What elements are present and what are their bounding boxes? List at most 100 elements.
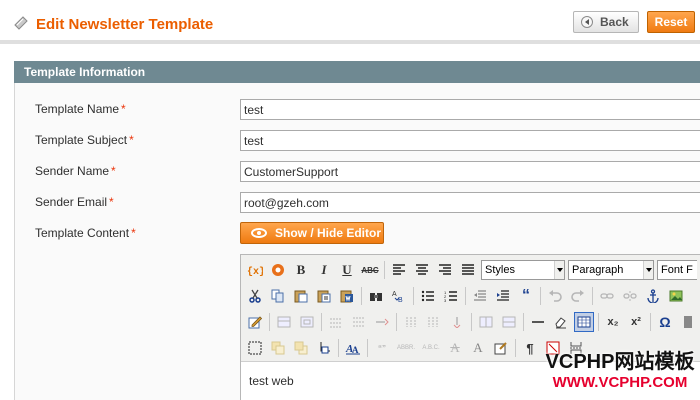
back-arrow-icon bbox=[581, 16, 593, 28]
required-marker: * bbox=[129, 133, 134, 147]
bullet-list-icon[interactable] bbox=[418, 286, 438, 306]
insert-row-after-icon[interactable] bbox=[349, 312, 369, 332]
toolbar-separator bbox=[471, 313, 472, 331]
paste-icon[interactable] bbox=[291, 286, 311, 306]
special-char-button[interactable]: Ω bbox=[655, 312, 675, 332]
format-select-value: Paragraph bbox=[572, 264, 624, 276]
underline-button[interactable]: U bbox=[337, 260, 357, 280]
table-row-props-icon[interactable] bbox=[274, 312, 294, 332]
delete-row-icon[interactable] bbox=[372, 312, 392, 332]
styles-select-value: Styles bbox=[485, 264, 515, 276]
toolbar-separator bbox=[523, 313, 524, 331]
insert-col-after-icon[interactable] bbox=[424, 312, 444, 332]
align-left-icon[interactable] bbox=[389, 260, 409, 280]
italic-button[interactable]: I bbox=[314, 260, 334, 280]
template-name-input[interactable] bbox=[240, 99, 700, 120]
link-icon[interactable] bbox=[597, 286, 617, 306]
superscript-button[interactable]: x² bbox=[626, 312, 646, 332]
replace-icon[interactable]: AB bbox=[389, 286, 409, 306]
horizontal-rule-icon[interactable] bbox=[528, 312, 548, 332]
insert-layer-icon[interactable] bbox=[245, 338, 265, 358]
watermark-title: VCPHP网站模板 bbox=[545, 351, 695, 373]
outdent-icon[interactable] bbox=[470, 286, 490, 306]
template-content-label: Template Content * bbox=[35, 226, 136, 240]
style-props-icon[interactable]: AA bbox=[343, 338, 363, 358]
visual-aid-icon[interactable] bbox=[574, 312, 594, 332]
unlink-icon[interactable] bbox=[620, 286, 640, 306]
reset-button[interactable]: Reset bbox=[647, 11, 695, 33]
numbered-list-icon[interactable]: 123 bbox=[441, 286, 461, 306]
toolbar-separator bbox=[598, 313, 599, 331]
format-select[interactable]: Paragraph bbox=[568, 260, 654, 280]
toolbar-separator bbox=[396, 313, 397, 331]
table-cell-props-icon[interactable] bbox=[297, 312, 317, 332]
redo-icon[interactable] bbox=[568, 286, 588, 306]
toolbar-row-3: x₂ x² Ω bbox=[245, 310, 700, 334]
deletion-icon[interactable]: A bbox=[445, 338, 465, 358]
toolbar-separator bbox=[367, 339, 368, 357]
show-hide-editor-button[interactable]: Show / Hide Editor bbox=[240, 222, 384, 244]
blockquote-icon[interactable]: “ bbox=[516, 286, 536, 306]
align-right-icon[interactable] bbox=[435, 260, 455, 280]
font-family-select[interactable]: Font F bbox=[657, 260, 697, 280]
sender-name-label: Sender Name * bbox=[35, 164, 116, 178]
media-icon[interactable] bbox=[678, 312, 698, 332]
cut-icon[interactable] bbox=[245, 286, 265, 306]
template-subject-input[interactable] bbox=[240, 130, 700, 151]
toolbar-separator bbox=[413, 287, 414, 305]
subscript-button[interactable]: x₂ bbox=[603, 312, 623, 332]
required-marker: * bbox=[131, 226, 136, 240]
insert-row-before-icon[interactable] bbox=[326, 312, 346, 332]
copy-icon[interactable] bbox=[268, 286, 288, 306]
toolbar-separator bbox=[338, 339, 339, 357]
toolbar-separator bbox=[384, 261, 385, 279]
delete-col-icon[interactable] bbox=[447, 312, 467, 332]
template-subject-label: Template Subject * bbox=[35, 133, 134, 147]
font-color-button[interactable]: A bbox=[468, 338, 488, 358]
chevron-down-icon bbox=[554, 261, 564, 279]
svg-text:A: A bbox=[392, 291, 397, 298]
move-backward-icon[interactable] bbox=[291, 338, 311, 358]
insert-image-icon[interactable] bbox=[666, 286, 686, 306]
move-forward-icon[interactable] bbox=[268, 338, 288, 358]
back-button-label: Back bbox=[600, 15, 629, 29]
back-button[interactable]: Back bbox=[573, 11, 639, 33]
toolbar-separator bbox=[321, 313, 322, 331]
cite-button[interactable]: “” bbox=[372, 338, 392, 358]
acronym-button[interactable]: A.B.C. bbox=[420, 338, 442, 358]
abbreviation-button[interactable]: ABBR. bbox=[395, 338, 417, 358]
editor-content-text: test web bbox=[249, 374, 294, 388]
toolbar-separator bbox=[465, 287, 466, 305]
strikethrough-button[interactable]: ABC bbox=[360, 260, 380, 280]
required-marker: * bbox=[109, 195, 114, 209]
absolute-position-icon[interactable] bbox=[314, 338, 334, 358]
indent-icon[interactable] bbox=[493, 286, 513, 306]
paste-text-icon[interactable] bbox=[314, 286, 334, 306]
font-family-select-value: Font F bbox=[661, 264, 693, 276]
merge-cells-icon[interactable] bbox=[499, 312, 519, 332]
sender-email-input[interactable] bbox=[240, 192, 700, 213]
sender-name-input[interactable] bbox=[240, 161, 700, 182]
edit-css-icon[interactable] bbox=[245, 312, 265, 332]
watermark-url: WWW.VCPHP.COM bbox=[552, 374, 688, 391]
undo-icon[interactable] bbox=[545, 286, 565, 306]
align-center-icon[interactable] bbox=[412, 260, 432, 280]
attributes-icon[interactable] bbox=[491, 338, 511, 358]
styles-select[interactable]: Styles bbox=[481, 260, 565, 280]
toolbar-separator bbox=[515, 339, 516, 357]
toolbar-separator bbox=[540, 287, 541, 305]
align-justify-icon[interactable] bbox=[458, 260, 478, 280]
show-blocks-button[interactable]: ¶ bbox=[520, 338, 540, 358]
insert-variable-icon[interactable]: {x} bbox=[245, 260, 265, 280]
find-icon[interactable] bbox=[366, 286, 386, 306]
page-header: Edit Newsletter Template Back Reset bbox=[0, 0, 700, 44]
insert-widget-icon[interactable] bbox=[268, 260, 288, 280]
anchor-icon[interactable] bbox=[643, 286, 663, 306]
insert-col-before-icon[interactable] bbox=[401, 312, 421, 332]
sender-email-label: Sender Email * bbox=[35, 195, 114, 209]
paste-word-icon[interactable] bbox=[337, 286, 357, 306]
toolbar-separator bbox=[592, 287, 593, 305]
remove-format-icon[interactable] bbox=[551, 312, 571, 332]
split-cells-icon[interactable] bbox=[476, 312, 496, 332]
bold-button[interactable]: B bbox=[291, 260, 311, 280]
